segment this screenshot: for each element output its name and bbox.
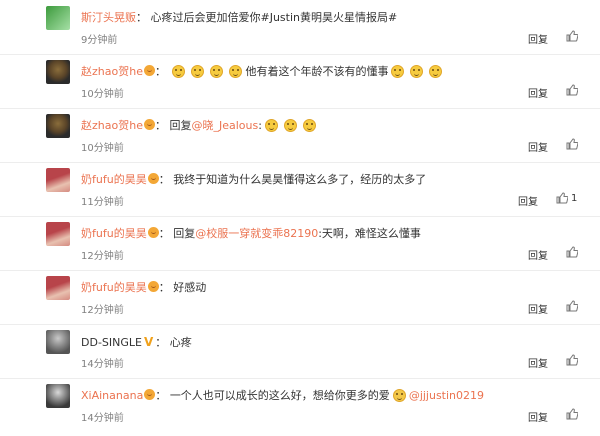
member-badge-icon [144,389,156,400]
comment-text: 他有着这个年龄不该有的懂事 [245,65,389,78]
mention-link[interactable]: @jjjustin0219 [409,389,484,402]
reply-button[interactable]: 回复 [528,409,548,424]
like-icon[interactable] [566,300,579,312]
comment-item: 斯汀头晃贩： 心疼过后会更加倍爱你#Justin黄明昊火星情报局# 9分钟前 回… [0,0,600,55]
reply-button[interactable]: 回复 [518,193,538,208]
comment-username[interactable]: 奶fufu的昊昊 [81,227,147,240]
avatar[interactable] [46,168,70,192]
member-badge-icon [147,173,159,184]
comment-text: 好感动 [173,281,207,294]
comment-text: 我终于知道为什么昊昊懂得这么多了，经历的太多了 [173,173,427,186]
comment-username[interactable]: DD-SINGLE [81,336,142,349]
comment-item: 赵zhao贺he ： 他有着这个年龄不该有的懂事 10分钟前 回复 [0,54,600,109]
member-badge-icon [143,65,155,76]
comment-time[interactable]: 12分钟前 [81,301,124,316]
emoji-icon [392,389,406,402]
emoji-icon [410,65,424,78]
comment-time[interactable]: 10分钟前 [81,139,124,154]
avatar[interactable] [46,384,70,408]
comment-username[interactable]: 斯汀头晃贩 [81,11,136,24]
emoji-icon [302,119,316,132]
reply-button[interactable]: 回复 [528,247,548,262]
comment-time[interactable]: 9分钟前 [81,31,117,46]
like-icon[interactable] [566,30,579,42]
comment-line: 赵zhao贺he ： 回复@晓_Jealous: [81,119,319,133]
comment-item: 赵zhao贺he： 回复@晓_Jealous: 10分钟前 回复 [0,108,600,163]
reply-prefix: 回复 [173,227,196,240]
emoji-icon [191,65,205,78]
avatar[interactable] [46,276,70,300]
member-badge-icon [147,227,159,238]
separator: ： [155,336,167,349]
comment-line: 奶fufu的昊昊 ： 我终于知道为什么昊昊懂得这么多了，经历的太多了 [81,173,426,187]
comment-item: XiAinanana ： 一个人也可以成长的这么好，想给你更多的爱 @jjjusti… [0,378,600,432]
reply-button[interactable]: 回复 [528,301,548,316]
avatar[interactable] [46,222,70,246]
reply-button[interactable]: 回复 [528,85,548,100]
separator: ： [136,11,147,24]
comment-item: 奶fufu的昊昊 ： 好感动 12分钟前 回复 [0,270,600,325]
emoji-icon [210,65,224,78]
separator: ： [158,173,170,186]
avatar[interactable] [46,6,70,30]
member-badge-icon [143,119,155,130]
emoji-icon [172,65,186,78]
comment-line: XiAinanana ： 一个人也可以成长的这么好，想给你更多的爱 @jjjusti… [81,389,484,403]
emoji-icon [391,65,405,78]
reply-button[interactable]: 回复 [528,31,548,46]
comment-item: 奶fufu的昊昊： 回复@校服一穿就变乖82190:天啊，难怪这么懂事 12分钟… [0,216,600,271]
comment-time[interactable]: 10分钟前 [81,85,124,100]
emoji-icon [264,119,278,132]
comment-username[interactable]: XiAinanana [81,389,143,402]
comment-item: DD-SINGLE V： 心疼 14分钟前 回复 [0,324,600,379]
verified-badge-icon: V [143,335,154,349]
comment-text: 心疼过后会更加倍爱你#Justin黄明昊火星情报局# [150,11,398,24]
comment-time[interactable]: 12分钟前 [81,247,124,262]
reply-button[interactable]: 回复 [528,355,548,370]
like-icon[interactable] [566,246,579,258]
separator: ： [154,119,166,132]
separator: ： [158,227,170,240]
avatar[interactable] [46,330,70,354]
comment-text: 心疼 [169,336,192,349]
comment-time[interactable]: 14分钟前 [81,409,124,424]
separator: ： [158,281,170,294]
like-icon[interactable] [566,408,579,420]
like-icon[interactable] [566,354,579,366]
emoji-icon [429,65,443,78]
emoji-icon [283,119,297,132]
comment-text: :天啊，难怪这么懂事 [318,227,421,240]
comment-username[interactable]: 奶fufu的昊昊 [81,281,147,294]
comment-text: 一个人也可以成长的这么好，想给你更多的爱 [169,389,390,402]
comment-username[interactable]: 赵zhao贺he [81,65,143,78]
mention-link[interactable]: @校服一穿就变乖82190 [195,227,318,240]
comment-item: 奶fufu的昊昊： 我终于知道为什么昊昊懂得这么多了，经历的太多了 11分钟前 … [0,162,600,217]
comment-line: 奶fufu的昊昊 ： 回复@校服一穿就变乖82190:天啊，难怪这么懂事 [81,227,421,241]
reply-button[interactable]: 回复 [528,139,548,154]
colon: : [258,119,262,132]
comment-line: 赵zhao贺he ： 他有着这个年龄不该有的懂事 [81,65,445,79]
comment-username[interactable]: 奶fufu的昊昊 [81,173,147,186]
comment-line: 斯汀头晃贩： 心疼过后会更加倍爱你#Justin黄明昊火星情报局# [81,11,397,25]
like-icon[interactable] [566,138,579,150]
comment-time[interactable]: 14分钟前 [81,355,124,370]
comment-line: DD-SINGLE V： 心疼 [81,335,192,350]
mention-link[interactable]: @晓_Jealous [191,119,258,132]
avatar[interactable] [46,114,70,138]
like-icon[interactable] [556,192,569,204]
comment-line: 奶fufu的昊昊 ： 好感动 [81,281,206,295]
comment-time[interactable]: 11分钟前 [81,193,124,208]
comment-username[interactable]: 赵zhao贺he [81,119,143,132]
avatar[interactable] [46,60,70,84]
like-count: 1 [571,193,578,204]
separator: ： [154,65,166,78]
like-icon[interactable] [566,84,579,96]
separator: ： [155,389,167,402]
member-badge-icon [147,281,159,292]
emoji-icon [229,65,243,78]
reply-prefix: 回复 [169,119,192,132]
